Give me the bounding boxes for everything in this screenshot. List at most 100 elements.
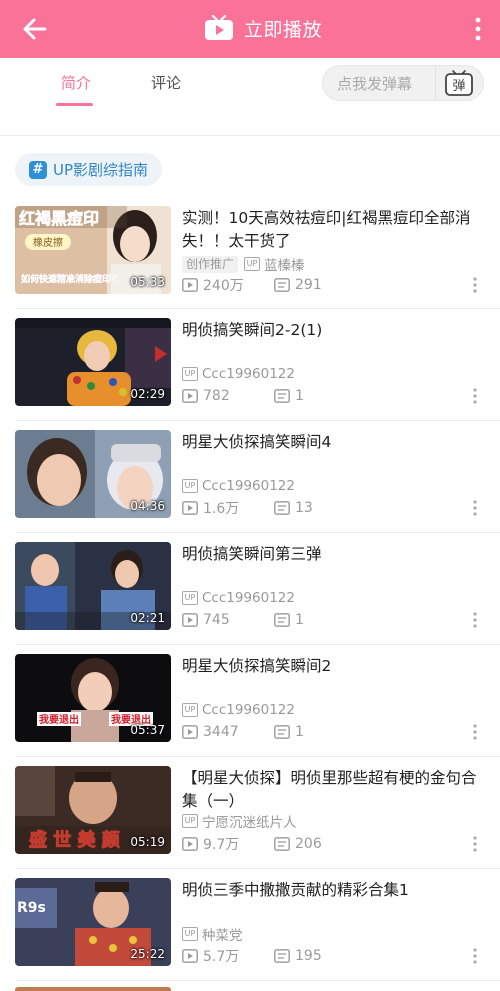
stats-row: 5.7万 195 bbox=[182, 947, 322, 965]
tab-comments[interactable]: 评论 bbox=[151, 72, 181, 93]
video-thumbnail[interactable]: 盛 世 美 颜 05:19 bbox=[15, 766, 171, 854]
top-app-bar: 立即播放 bbox=[0, 0, 500, 58]
danmaku-count-value: 1 bbox=[295, 612, 304, 628]
danmaku-count-icon bbox=[274, 949, 290, 963]
more-vert-icon[interactable] bbox=[470, 499, 480, 517]
up-badge: UP bbox=[182, 703, 198, 717]
danmaku-divider bbox=[435, 66, 436, 100]
collapsed-action-row bbox=[0, 108, 500, 136]
thumb-caption-text: 如何快速精准消除痘印？ bbox=[21, 273, 120, 285]
video-title[interactable]: 明星大侦探搞笑瞬间4 bbox=[182, 431, 487, 454]
up-badge: UP bbox=[182, 479, 198, 493]
video-thumbnail[interactable]: 02:21 bbox=[15, 542, 171, 630]
duration-label: 25:22 bbox=[130, 947, 165, 961]
up-name[interactable]: Ccc19960122 bbox=[202, 478, 295, 494]
danmaku-count: 291 bbox=[274, 277, 322, 293]
duration-label: 05:37 bbox=[130, 723, 165, 737]
view-count: 745 bbox=[182, 612, 274, 628]
play-count-icon bbox=[182, 725, 198, 739]
more-vert-icon[interactable] bbox=[470, 723, 480, 741]
video-list-item[interactable]: 04:36 明星大侦探搞笑瞬间4 UP Ccc19960122 1.6万 13 bbox=[0, 421, 500, 533]
ghost-mark bbox=[425, 108, 447, 112]
danmaku-count-icon bbox=[274, 389, 290, 403]
video-list-item[interactable]: 02:21 明侦搞笑瞬间第三弹 UP Ccc19960122 745 1 bbox=[0, 533, 500, 645]
video-list-item[interactable]: R9s 25:22 明侦三季中撒撒贡献的精彩合集1 UP 种菜党 5.7万 19… bbox=[0, 869, 500, 981]
danmaku-count: 206 bbox=[274, 836, 322, 852]
stats-row: 745 1 bbox=[182, 611, 304, 629]
author-row: UP Ccc19960122 bbox=[182, 589, 295, 607]
up-channel-chip[interactable]: # UP影剧综指南 bbox=[15, 153, 163, 186]
ghost-mark bbox=[55, 108, 67, 112]
view-count: 3447 bbox=[182, 724, 274, 740]
danmaku-count-icon bbox=[274, 278, 290, 292]
video-thumbnail[interactable]: 我要退出 我要退出 05:37 bbox=[15, 654, 171, 742]
danmaku-input[interactable]: 点我发弹幕 bbox=[337, 73, 412, 94]
up-name[interactable]: Ccc19960122 bbox=[202, 702, 295, 718]
video-title[interactable]: 明侦搞笑瞬间2-2(1) bbox=[182, 319, 487, 342]
duration-label: 05:33 bbox=[130, 275, 165, 289]
play-count-icon bbox=[182, 389, 198, 403]
video-list-item[interactable]: 我要退出 我要退出 05:37 明星大侦探搞笑瞬间2 UP Ccc1996012… bbox=[0, 645, 500, 757]
item-divider bbox=[15, 980, 500, 981]
view-count: 782 bbox=[182, 388, 274, 404]
play-now-button[interactable]: 立即播放 bbox=[204, 11, 322, 45]
video-title[interactable]: 明星大侦探搞笑瞬间2 bbox=[182, 655, 487, 678]
thumb-tag-text: 橡皮擦 bbox=[33, 236, 63, 249]
danmaku-count-value: 13 bbox=[295, 500, 313, 516]
play-count-icon bbox=[182, 501, 198, 515]
danmaku-toggle-icon[interactable]: 弹 bbox=[444, 69, 474, 97]
up-name[interactable]: Ccc19960122 bbox=[202, 366, 295, 382]
up-badge: UP bbox=[182, 814, 198, 828]
danmaku-count-value: 1 bbox=[295, 724, 304, 740]
video-list-item[interactable]: 红褐黑痘印 橡皮擦 如何快速精准消除痘印？ 05:33 实测！10天高效祛痘印|… bbox=[0, 197, 500, 309]
more-vert-icon[interactable] bbox=[470, 387, 480, 405]
video-thumbnail[interactable]: 04:36 bbox=[15, 430, 171, 518]
ghost-mark bbox=[340, 108, 346, 112]
play-count-icon bbox=[182, 613, 198, 627]
back-arrow-icon[interactable] bbox=[14, 8, 56, 50]
video-title[interactable]: 明侦三季中撒撒贡献的精彩合集1 bbox=[182, 879, 487, 902]
play-count-icon bbox=[182, 278, 198, 292]
play-count-icon bbox=[182, 837, 198, 851]
author-row: UP 种菜党 bbox=[182, 924, 243, 944]
danmaku-count: 1 bbox=[274, 388, 304, 404]
video-thumbnail[interactable]: R9s 25:22 bbox=[15, 878, 171, 966]
video-thumbnail[interactable]: 02:29 bbox=[15, 318, 171, 406]
video-title[interactable]: 明侦搞笑瞬间第三弹 bbox=[182, 543, 487, 566]
view-count-value: 1.6万 bbox=[203, 501, 240, 517]
view-count-value: 782 bbox=[203, 388, 230, 404]
tab-intro[interactable]: 简介 bbox=[61, 72, 91, 93]
video-list-item[interactable]: 盛 世 美 颜 05:19 【明星大侦探】明侦里那些超有梗的金句合集（一） UP… bbox=[0, 757, 500, 869]
more-vert-icon[interactable] bbox=[470, 611, 480, 629]
view-count: 1.6万 bbox=[182, 498, 274, 518]
more-vert-icon[interactable] bbox=[470, 276, 480, 294]
up-name[interactable]: 种菜党 bbox=[202, 924, 243, 944]
more-vert-icon[interactable] bbox=[470, 947, 480, 965]
danmaku-count-value: 291 bbox=[295, 277, 322, 293]
author-row: 创作推广 UP 蓝榛榛 bbox=[182, 254, 305, 274]
stats-row: 1.6万 13 bbox=[182, 499, 313, 517]
view-count-value: 9.7万 bbox=[203, 837, 240, 853]
view-count: 5.7万 bbox=[182, 946, 274, 966]
more-vert-icon[interactable] bbox=[470, 14, 486, 44]
author-row: UP 宁愿沉迷纸片人 bbox=[182, 811, 297, 831]
video-list-item[interactable]: 02:29 明侦搞笑瞬间2-2(1) UP Ccc19960122 782 1 bbox=[0, 309, 500, 421]
up-name[interactable]: 蓝榛榛 bbox=[264, 254, 305, 274]
danmaku-count-icon bbox=[274, 837, 290, 851]
video-thumbnail[interactable]: 红褐黑痘印 橡皮擦 如何快速精准消除痘印？ 05:33 bbox=[15, 206, 171, 294]
video-title[interactable]: 【明星大侦探】明侦里那些超有梗的金句合集（一） bbox=[182, 767, 487, 813]
up-badge: UP bbox=[182, 927, 198, 941]
danmaku-count-value: 206 bbox=[295, 836, 322, 852]
up-name[interactable]: 宁愿沉迷纸片人 bbox=[202, 811, 297, 831]
more-vert-icon[interactable] bbox=[470, 835, 480, 853]
channel-chip-label: UP影剧综指南 bbox=[53, 161, 149, 179]
duration-label: 05:19 bbox=[130, 835, 165, 849]
hash-icon: # bbox=[29, 160, 47, 179]
tv-icon bbox=[205, 15, 233, 40]
video-title[interactable]: 实测！10天高效祛痘印|红褐黑痘印全部消失！！太干货了 bbox=[182, 207, 487, 253]
view-count-value: 745 bbox=[203, 612, 230, 628]
duration-label: 04:36 bbox=[130, 499, 165, 513]
up-badge: UP bbox=[182, 591, 198, 605]
up-name[interactable]: Ccc19960122 bbox=[202, 590, 295, 606]
stats-row: 3447 1 bbox=[182, 723, 304, 741]
